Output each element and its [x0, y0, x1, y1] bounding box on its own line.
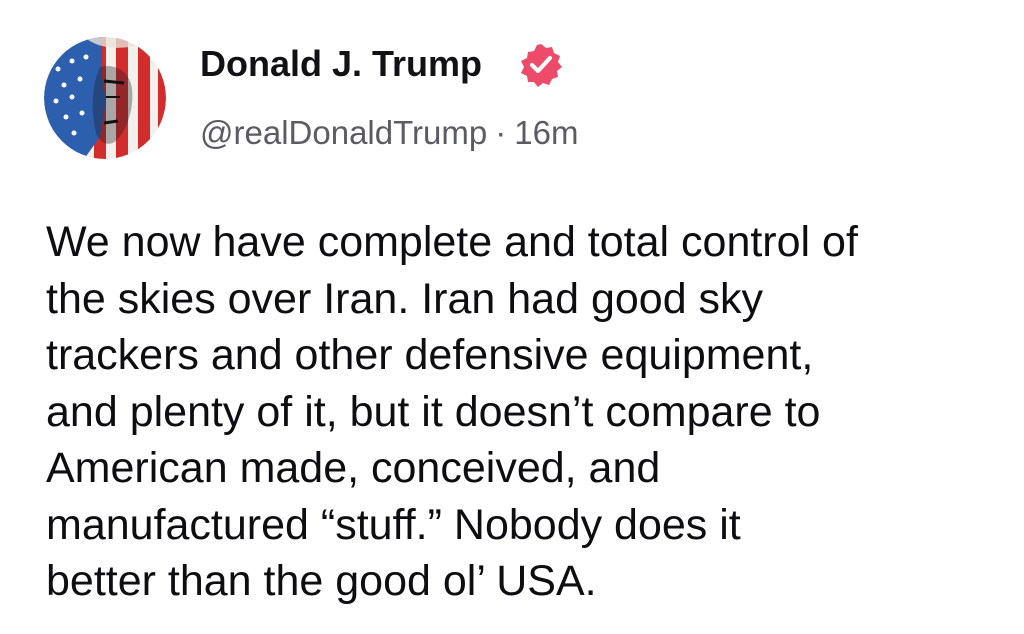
- meta-separator: ·: [495, 114, 507, 151]
- post-body-line: and plenty of it, but it doesn’t compare…: [46, 387, 821, 436]
- post-timestamp[interactable]: 16m: [514, 114, 578, 151]
- author-display-name[interactable]: Donald J. Trump: [200, 42, 482, 86]
- post-body: We now have complete and total control o…: [46, 214, 1006, 610]
- author-avatar[interactable]: [44, 37, 166, 159]
- flag-portrait-avatar-icon: [44, 37, 166, 159]
- author-handle[interactable]: @realDonaldTrump: [200, 114, 487, 151]
- post-body-line: better than the good ol’ USA.: [46, 557, 597, 605]
- post-meta: @realDonaldTrump · 16m: [200, 112, 578, 154]
- post-body-line: trackers and other defensive equipment,: [46, 331, 814, 379]
- post-body-line: We now have complete and total control o…: [46, 218, 858, 266]
- verified-badge-icon: [518, 42, 564, 88]
- post-body-line: American made, conceived, and: [46, 444, 661, 492]
- post-card: Donald J. Trump @realDonaldTrump · 16m We …: [0, 0, 1024, 634]
- post-body-line: manufactured “stuff.” Nobody does it: [46, 500, 741, 549]
- post-body-line: the skies over Iran. Iran had good sky: [46, 274, 764, 323]
